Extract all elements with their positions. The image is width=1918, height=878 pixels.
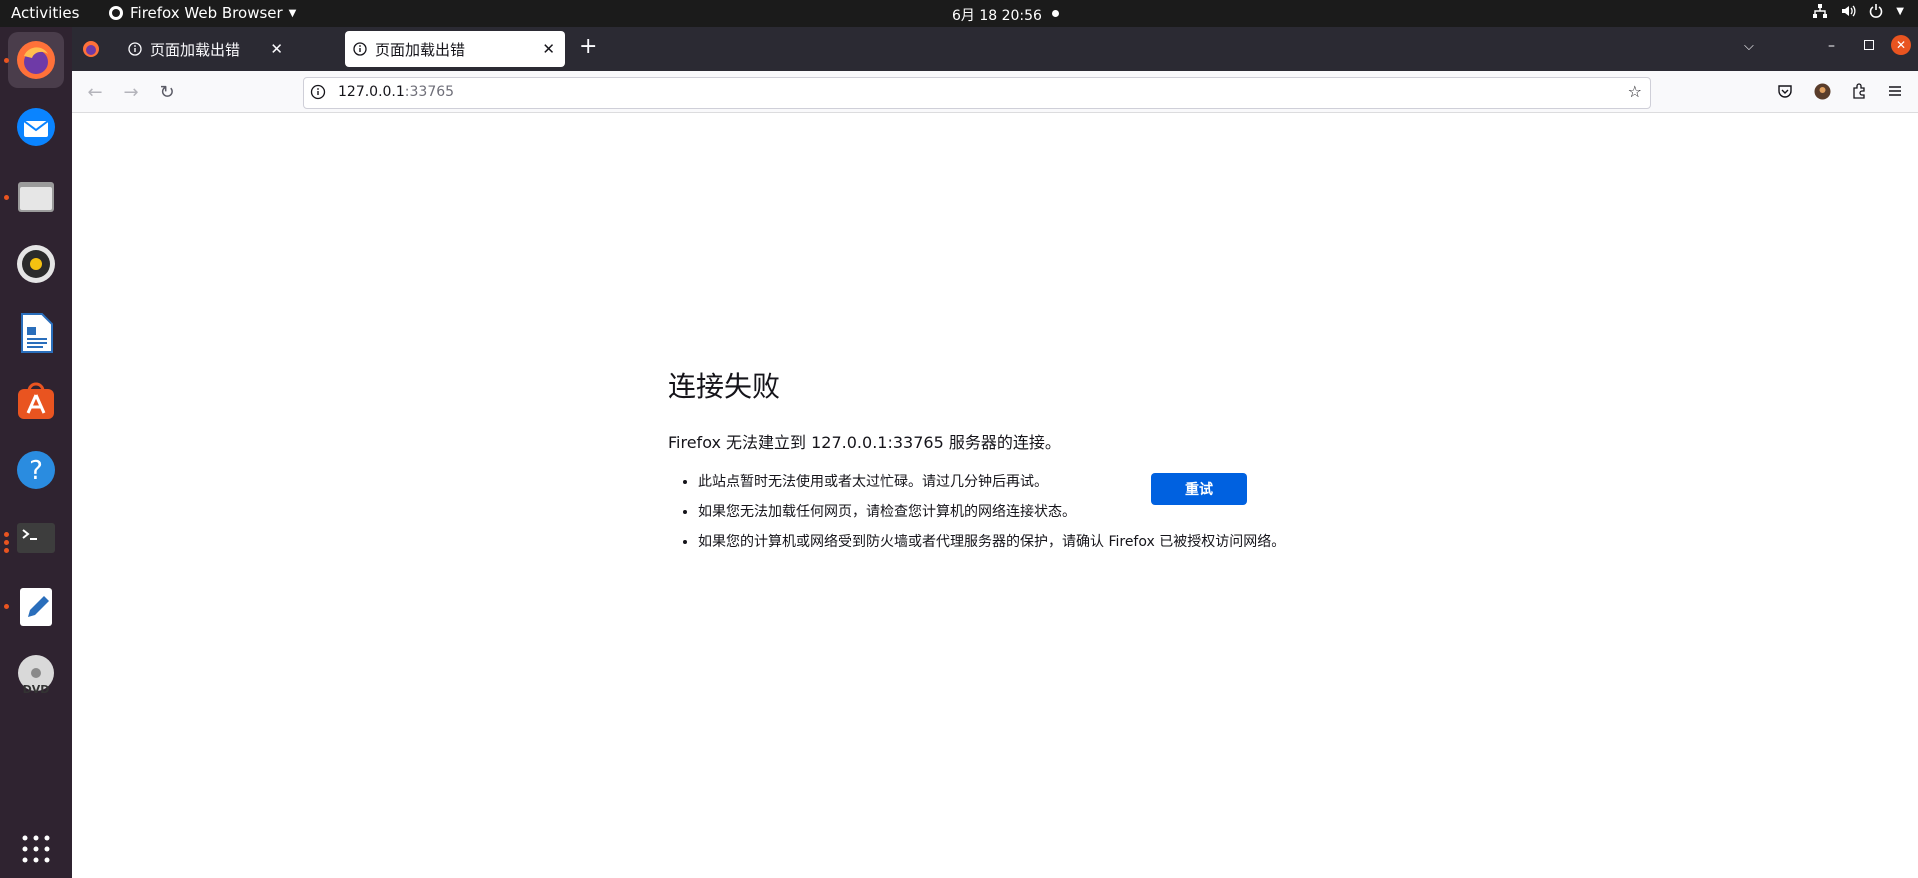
running-indicator <box>4 540 9 545</box>
dock-files[interactable] <box>8 168 64 224</box>
dock-text-editor[interactable] <box>8 579 64 635</box>
extensions-icon[interactable] <box>1851 83 1867 99</box>
url-text[interactable]: 127.0.0.1:33765 <box>338 84 454 100</box>
forward-icon[interactable]: → <box>118 79 144 105</box>
dvd-icon: DVD <box>18 655 54 696</box>
app-menu[interactable]: Firefox Web Browser ▼ <box>108 4 296 22</box>
dock-dvd[interactable]: DVD <box>8 647 64 703</box>
terminal-icon <box>17 523 55 553</box>
dock-rhythmbox[interactable] <box>8 236 64 292</box>
tab-label: 页面加载出错 <box>375 40 466 59</box>
tab-close-icon[interactable]: ✕ <box>270 40 283 58</box>
thunderbird-icon <box>17 108 55 146</box>
show-applications-button[interactable] <box>8 821 64 877</box>
error-title: 连接失败 <box>668 370 781 403</box>
svg-text:?: ? <box>29 456 43 486</box>
restore-icon[interactable] <box>1864 40 1874 50</box>
tab-label: 页面加载出错 <box>150 40 241 59</box>
page-content: 连接失败 Firefox 无法建立到 127.0.0.1:33765 服务器的连… <box>72 113 1918 878</box>
chevron-down-icon: ▼ <box>288 7 297 19</box>
reload-icon[interactable]: ↻ <box>154 79 180 105</box>
list-all-tabs-icon[interactable]: ⌵ <box>1744 39 1754 54</box>
suggestion-item: 此站点暂时无法使用或者太过忙碌。请过几分钟后再试。 <box>698 471 1390 491</box>
close-window-icon[interactable]: ✕ <box>1891 35 1911 55</box>
rhythmbox-icon <box>17 245 55 283</box>
url-port: :33765 <box>404 84 455 100</box>
show-applications-icon <box>22 835 50 863</box>
tab-0[interactable]: 页面加载出错 ✕ <box>116 31 293 67</box>
running-indicator <box>4 548 9 553</box>
dock-writer[interactable] <box>8 305 64 361</box>
firefox-small-icon <box>109 6 123 20</box>
running-indicator <box>4 195 9 200</box>
dock-help[interactable]: ? <box>8 442 64 498</box>
dock-thunderbird[interactable] <box>8 99 64 155</box>
dock-firefox[interactable] <box>8 32 64 88</box>
navigation-bar: ← → ↻ 127.0.0.1:33765 ☆ <box>72 71 1918 113</box>
notification-dot <box>1052 10 1059 17</box>
new-tab-icon[interactable]: + <box>579 34 597 59</box>
info-icon <box>353 42 367 56</box>
tab-bar: 页面加载出错 ✕ 页面加载出错 ✕ + ⌵ – ✕ <box>72 27 1918 71</box>
files-icon <box>18 182 54 212</box>
app-menu-label: Firefox Web Browser <box>130 4 283 22</box>
clock[interactable]: 6月 18 20:56 <box>952 5 1042 25</box>
site-info-icon[interactable] <box>310 84 326 100</box>
power-icon[interactable] <box>1868 3 1884 19</box>
back-icon[interactable]: ← <box>82 79 108 105</box>
network-icon[interactable] <box>1812 3 1828 19</box>
running-indicator <box>4 604 9 609</box>
firefox-view-icon[interactable] <box>82 40 100 58</box>
tab-1[interactable]: 页面加载出错 ✕ <box>345 31 565 67</box>
app-center-icon <box>18 382 54 419</box>
help-icon: ? <box>17 451 55 489</box>
chevron-down-icon[interactable]: ▼ <box>1896 6 1904 17</box>
firefox-icon <box>17 41 55 79</box>
tab-close-icon[interactable]: ✕ <box>542 40 555 58</box>
volume-icon[interactable] <box>1840 3 1856 19</box>
suggestion-item: 如果您无法加载任何网页，请检查您计算机的网络连接状态。 <box>698 501 1390 521</box>
activities-button[interactable]: Activities <box>11 4 79 22</box>
error-container: 连接失败 Firefox 无法建立到 127.0.0.1:33765 服务器的连… <box>668 365 1390 561</box>
svg-text:DVD: DVD <box>23 683 50 696</box>
account-icon[interactable] <box>1814 83 1831 100</box>
system-top-bar: Activities Firefox Web Browser ▼ 6月 18 2… <box>0 0 1918 27</box>
bookmark-star-icon[interactable]: ☆ <box>1628 82 1642 101</box>
info-icon <box>128 42 142 56</box>
system-tray[interactable]: ▼ <box>1812 3 1904 19</box>
menu-icon[interactable] <box>1888 84 1902 98</box>
url-bar[interactable]: 127.0.0.1:33765 ☆ <box>303 77 1651 109</box>
running-indicator <box>4 58 9 63</box>
dock-app-center[interactable] <box>8 373 64 429</box>
error-description: Firefox 无法建立到 127.0.0.1:33765 服务器的连接。 <box>668 433 1061 452</box>
error-suggestions: 此站点暂时无法使用或者太过忙碌。请过几分钟后再试。 如果您无法加载任何网页，请检… <box>668 471 1390 551</box>
dock: ? DVD <box>0 27 72 878</box>
suggestion-item: 如果您的计算机或网络受到防火墙或者代理服务器的保护，请确认 Firefox 已被… <box>698 531 1390 551</box>
minimize-icon[interactable]: – <box>1828 38 1835 54</box>
pocket-icon[interactable] <box>1777 83 1793 99</box>
dock-terminal[interactable] <box>8 510 64 566</box>
retry-button[interactable]: 重试 <box>1151 473 1247 505</box>
url-host: 127.0.0.1 <box>338 84 405 100</box>
running-indicator <box>4 532 9 537</box>
libreoffice-writer-icon <box>21 313 53 353</box>
text-editor-icon <box>20 588 52 626</box>
